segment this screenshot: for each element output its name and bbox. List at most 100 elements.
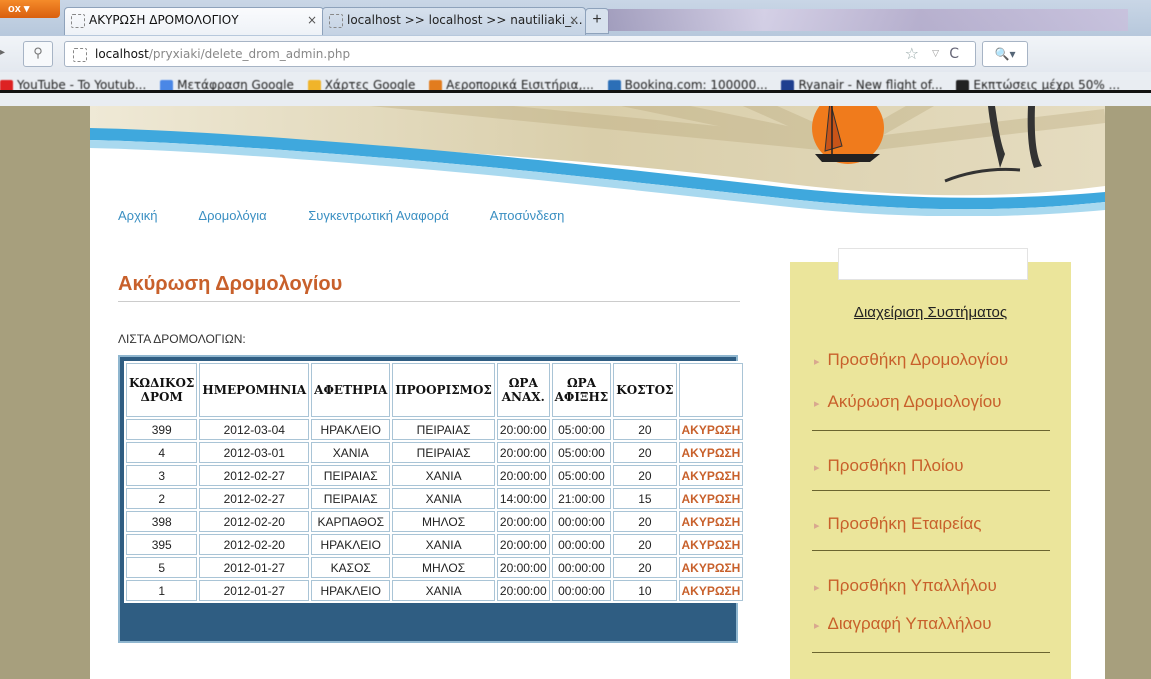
tab-localhost[interactable]: localhost >> localhost >> nautiliaki_...… <box>322 7 586 35</box>
cell-date: 2012-03-01 <box>199 442 310 463</box>
sidebar-item-add-route[interactable]: ▸ Προσθήκη Δρομολογίου <box>814 350 1008 370</box>
cell-code: 395 <box>126 534 198 555</box>
cancel-link[interactable]: ΑΚΥΡΩΣΗ <box>678 465 744 486</box>
divider <box>812 550 1050 551</box>
divider <box>0 90 1151 93</box>
chevron-down-icon[interactable]: ▽ <box>932 42 939 66</box>
table-row: 3 2012-02-27 ΠΕΙΡΑΙΑΣ ΧΑΝΙΑ 20:00:00 05:00:00… <box>126 465 744 486</box>
cancel-link[interactable]: ΑΚΥΡΩΣΗ <box>678 442 744 463</box>
sidebar-item-label: Προσθήκη Εταιρείας <box>827 514 982 533</box>
page-icon <box>71 13 85 28</box>
close-icon[interactable]: × <box>569 8 579 33</box>
search-engine-box[interactable]: 🔍▾ <box>982 41 1028 67</box>
sidebar-item-label: Προσθήκη Πλοίου <box>827 456 964 475</box>
cell-cost: 20 <box>613 465 677 486</box>
page-content: Αρχική Δρομολόγια Συγκεντρωτική Αναφορά … <box>90 106 1105 679</box>
menu-button-label: ox <box>8 3 21 15</box>
header-banner <box>90 106 1105 216</box>
cell-code: 2 <box>126 488 198 509</box>
sidebar-item-label: Προσθήκη Δρομολογίου <box>827 350 1009 369</box>
cell-date: 2012-03-04 <box>199 419 310 440</box>
table-row: 398 2012-02-20 ΚΑΡΠΑΘΟΣ ΜΗΛΟΣ 20:00:00 00:00:… <box>126 511 744 532</box>
cell-code: 4 <box>126 442 198 463</box>
table-row: 395 2012-02-20 ΗΡΑΚΛΕΙΟ ΧΑΝΙΑ 20:00:00 00:00:… <box>126 534 744 555</box>
col-header-code: ΚΩΔΙΚΟΣ ΔΡΟΜ <box>126 363 198 417</box>
sidebar-title[interactable]: Διαχείριση Συστήματος <box>790 304 1071 321</box>
page-title: Ακύρωση Δρομολογίου <box>118 273 343 295</box>
cell-departure: 20:00:00 <box>496 442 550 463</box>
cell-origin: ΚΑΡΠΑΘΟΣ <box>311 511 391 532</box>
cell-origin: ΚΑΣΟΣ <box>311 557 391 578</box>
cell-origin: ΧΑΝΙΑ <box>311 442 391 463</box>
chevron-right-icon: ▸ <box>814 398 820 410</box>
nav-logout[interactable]: Αποσύνδεση <box>490 208 565 223</box>
sidebar-item-add-ship[interactable]: ▸ Προσθήκη Πλοίου <box>814 456 964 476</box>
chevron-right-icon: ▸ <box>814 582 820 594</box>
cell-cost: 20 <box>613 534 677 555</box>
col-header-action <box>678 363 744 417</box>
divider <box>118 301 740 302</box>
star-icon[interactable]: ☆ <box>905 42 919 66</box>
new-tab-button[interactable]: + <box>585 8 609 34</box>
sidebar-search-input[interactable] <box>838 248 1028 280</box>
cancel-link[interactable]: ΑΚΥΡΩΣΗ <box>678 511 744 532</box>
close-icon[interactable]: × <box>307 8 317 33</box>
cell-origin: ΗΡΑΚΛΕΙΟ <box>311 534 391 555</box>
nav-routes[interactable]: Δρομολόγια <box>198 208 266 223</box>
table-row: 399 2012-03-04 ΗΡΑΚΛΕΙΟ ΠΕΙΡΑΙΑΣ 20:00:00 05:… <box>126 419 744 440</box>
back-arrow-icon[interactable]: ▸ <box>0 40 12 66</box>
sidebar-item-add-employee[interactable]: ▸ Προσθήκη Υπαλλήλου <box>814 576 997 596</box>
cell-arrival: 05:00:00 <box>551 465 612 486</box>
cell-destination: ΧΑΝΙΑ <box>392 488 495 509</box>
cancel-link[interactable]: ΑΚΥΡΩΣΗ <box>678 580 744 601</box>
cell-cost: 10 <box>613 580 677 601</box>
sidebar-item-add-company[interactable]: ▸ Προσθήκη Εταιρείας <box>814 514 981 534</box>
table-row: 4 2012-03-01 ΧΑΝΙΑ ΠΕΙΡΑΙΑΣ 20:00:00 05:00:00… <box>126 442 744 463</box>
cell-departure: 20:00:00 <box>496 419 550 440</box>
refresh-icon[interactable]: C <box>949 42 959 66</box>
page-icon <box>329 13 343 28</box>
address-bar[interactable]: localhost/pryxiaki/delete_drom_admin.php… <box>64 41 976 67</box>
table-body: 399 2012-03-04 ΗΡΑΚΛΕΙΟ ΠΕΙΡΑΙΑΣ 20:00:00 05:… <box>126 419 744 601</box>
chevron-right-icon: ▸ <box>814 356 820 368</box>
cancel-link[interactable]: ΑΚΥΡΩΣΗ <box>678 419 744 440</box>
cell-arrival: 21:00:00 <box>551 488 612 509</box>
tab-active[interactable]: ΑΚΥΡΩΣΗ ΔΡΟΜΟΛΟΓΙΟΥ × <box>64 7 324 35</box>
sidebar-item-cancel-route[interactable]: ▸ Ακύρωση Δρομολογίου <box>814 392 1001 412</box>
col-header-departure: ΩΡΑ ΑΝΑΧ. <box>496 363 550 417</box>
chevron-right-icon: ▸ <box>814 520 820 532</box>
divider <box>812 430 1050 431</box>
sidebar-item-label: Προσθήκη Υπαλλήλου <box>827 576 997 595</box>
cell-arrival: 05:00:00 <box>551 442 612 463</box>
sidebar-item-delete-employee[interactable]: ▸ Διαγραφή Υπαλλήλου <box>814 614 992 634</box>
cell-origin: ΠΕΙΡΑΙΑΣ <box>311 488 391 509</box>
cell-code: 5 <box>126 557 198 578</box>
cell-code: 1 <box>126 580 198 601</box>
cell-arrival: 00:00:00 <box>551 557 612 578</box>
search-icon[interactable]: ⚲ <box>23 41 53 67</box>
browser-nav-bar: ▸ ⚲ localhost/pryxiaki/delete_drom_admin… <box>0 36 1151 73</box>
url-path: /pryxiaki/delete_drom_admin.php <box>148 47 351 61</box>
table-row: 5 2012-01-27 ΚΑΣΟΣ ΜΗΛΟΣ 20:00:00 00:00:00 20 Α… <box>126 557 744 578</box>
col-header-arrival: ΩΡΑ ΑΦΙΞΗΣ <box>551 363 612 417</box>
nav-summary-report[interactable]: Συγκεντρωτική Αναφορά <box>308 208 449 223</box>
browser-menu-button[interactable]: ox ▾ <box>0 0 60 18</box>
chevron-right-icon: ▸ <box>814 462 820 474</box>
tab-title: localhost >> localhost >> nautiliaki_... <box>347 13 583 27</box>
chevron-right-icon: ▸ <box>814 620 820 632</box>
nav-home[interactable]: Αρχική <box>118 208 158 223</box>
col-header-cost: ΚΟΣΤΟΣ <box>613 363 677 417</box>
cell-arrival: 00:00:00 <box>551 580 612 601</box>
cancel-link[interactable]: ΑΚΥΡΩΣΗ <box>678 488 744 509</box>
cell-cost: 20 <box>613 442 677 463</box>
cell-destination: ΜΗΛΟΣ <box>392 511 495 532</box>
table-row: 2 2012-02-27 ΠΕΙΡΑΙΑΣ ΧΑΝΙΑ 14:00:00 21:00:00… <box>126 488 744 509</box>
cell-origin: ΗΡΑΚΛΕΙΟ <box>311 419 391 440</box>
cell-origin: ΗΡΑΚΛΕΙΟ <box>311 580 391 601</box>
browser-tab-bar: ox ▾ ΑΚΥΡΩΣΗ ΔΡΟΜΟΛΟΓΙΟΥ × localhost >> … <box>0 0 1151 36</box>
cell-destination: ΧΑΝΙΑ <box>392 465 495 486</box>
cancel-link[interactable]: ΑΚΥΡΩΣΗ <box>678 534 744 555</box>
cancel-link[interactable]: ΑΚΥΡΩΣΗ <box>678 557 744 578</box>
col-header-origin: ΑΦΕΤΗΡΙΑ <box>311 363 391 417</box>
cell-date: 2012-01-27 <box>199 580 310 601</box>
